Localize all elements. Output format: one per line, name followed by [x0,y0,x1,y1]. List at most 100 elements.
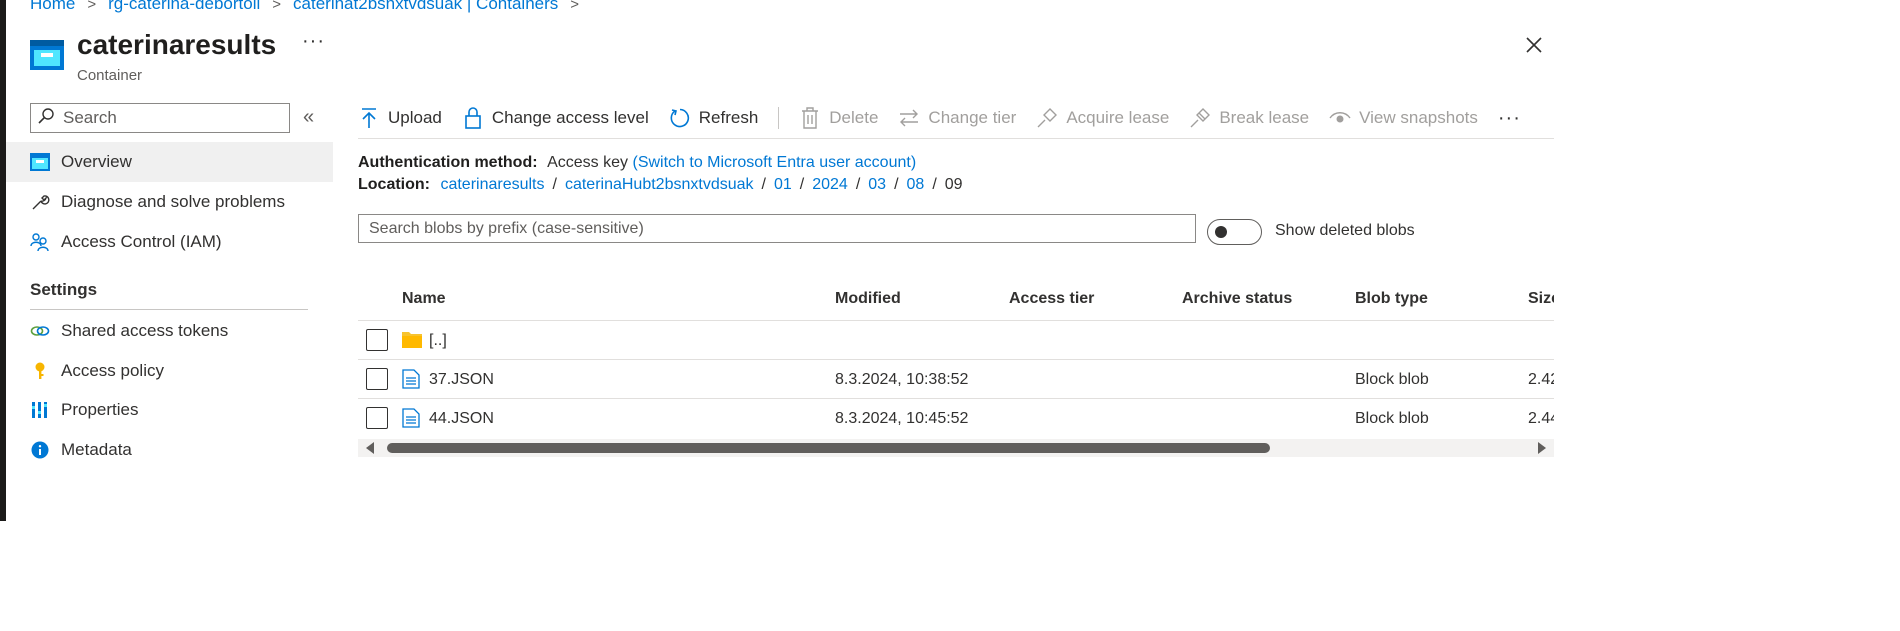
path-separator: / [855,176,861,193]
column-header-access-tier[interactable]: Access tier [1009,290,1094,308]
chevron-right-icon: > [570,0,580,13]
chevron-right-icon: > [87,0,97,13]
row-name[interactable]: 37.JSON [429,371,494,389]
change-tier-button[interactable]: Change tier [898,107,1016,129]
break-lease-button[interactable]: Break lease [1189,107,1309,129]
view-snapshots-label: View snapshots [1359,108,1478,127]
location-segment[interactable]: caterinaHubt2bsnxtvdsuak [565,176,754,193]
switch-auth-link[interactable]: (Switch to Microsoft Entra user account) [632,154,916,171]
sidebar-item-properties[interactable]: Properties [6,390,333,430]
delete-button[interactable]: Delete [799,107,878,129]
divider [30,309,308,310]
delete-label: Delete [829,108,879,127]
column-header-modified[interactable]: Modified [835,290,901,308]
key-icon [30,361,50,381]
sidebar-item-access-control[interactable]: Access Control (IAM) [6,222,333,262]
people-icon [30,232,50,252]
acquire-lease-button[interactable]: Acquire lease [1036,107,1169,129]
breadcrumb: Home > rg-caterina-debortoli > caterinat… [30,0,591,14]
link-icon [30,321,50,341]
location-segment[interactable]: caterinaresults [440,176,544,193]
file-icon [402,369,422,389]
container-icon [30,152,50,172]
change-access-level-button[interactable]: Change access level [462,107,649,129]
sidebar-item-shared-access-tokens[interactable]: Shared access tokens [6,311,333,351]
location-segment[interactable]: 08 [907,176,925,193]
row-blob-type: Block blob [1355,410,1429,427]
break-lease-label: Break lease [1219,108,1310,127]
location-segment[interactable]: 03 [868,176,886,193]
breadcrumb-home[interactable]: Home [30,0,75,14]
column-header-blob-type[interactable]: Blob type [1355,290,1428,308]
sidebar-item-label: Access policy [61,361,164,380]
column-header-size[interactable]: Size [1528,290,1554,308]
scroll-left-arrow-icon[interactable] [366,442,374,454]
collapse-sidebar-icon[interactable]: « [303,106,314,129]
sidebar-item-diagnose[interactable]: Diagnose and solve problems [6,182,333,222]
divider [358,138,1554,139]
row-name[interactable]: 44.JSON [429,410,494,428]
sidebar-search-input[interactable] [63,108,263,128]
file-icon [402,408,422,428]
sidebar-item-label: Metadata [61,440,132,459]
blob-table: Name Modified Access tier Archive status… [358,280,1554,440]
page-subtitle: Container [77,67,143,84]
row-name[interactable]: [..] [429,332,447,350]
search-icon [37,107,55,130]
wrench-icon [30,192,50,212]
eye-icon [1329,107,1351,129]
sidebar-item-metadata[interactable]: Metadata [6,430,333,470]
sidebar-item-label: Properties [61,400,139,419]
scrollbar-thumb[interactable] [387,443,1270,453]
sidebar-item-label: Diagnose and solve problems [61,192,285,211]
location-segment[interactable]: 01 [774,176,792,193]
row-checkbox[interactable] [366,368,388,390]
refresh-button[interactable]: Refresh [669,107,759,129]
sidebar-item-access-policy[interactable]: Access policy [6,351,333,391]
scroll-right-arrow-icon[interactable] [1538,442,1546,454]
link-icon [1036,107,1058,129]
breadcrumb-containers[interactable]: caterinat2bsnxtvdsuak | Containers [293,0,558,14]
row-checkbox[interactable] [366,407,388,429]
column-header-name[interactable]: Name [402,290,446,308]
blob-search-input[interactable] [358,214,1196,243]
acquire-lease-label: Acquire lease [1066,108,1170,127]
page-title: caterinaresults [77,29,277,60]
table-row[interactable]: 44.JSON 8.3.2024, 10:45:52 Block blob 2.… [358,398,1554,438]
sidebar-search[interactable] [30,103,290,133]
breadcrumb-resource-group[interactable]: rg-caterina-debortoli [108,0,260,14]
container-icon [30,40,64,70]
sidebar-item-label: Shared access tokens [61,321,229,340]
table-row[interactable]: [..] [358,320,1554,360]
auth-value: Access key [547,154,629,171]
upload-icon [358,107,380,129]
auth-label: Authentication method: [358,154,538,171]
swap-arrows-icon [898,107,920,129]
row-size: 2.42 [1528,371,1554,388]
chevron-right-icon: > [272,0,282,13]
location-label: Location: [358,176,430,193]
refresh-label: Refresh [698,108,759,127]
more-options-icon[interactable]: ··· [302,30,325,53]
view-snapshots-button[interactable]: View snapshots [1329,107,1478,129]
trash-icon [799,107,821,129]
row-checkbox[interactable] [366,329,388,351]
path-separator: / [932,176,937,193]
row-modified: 8.3.2024, 10:45:52 [835,410,969,427]
row-blob-type: Block blob [1355,371,1429,388]
location-segment[interactable]: 2024 [812,176,848,193]
more-commands-icon[interactable]: ··· [1498,107,1521,130]
show-deleted-toggle[interactable] [1207,219,1262,245]
column-header-archive-status[interactable]: Archive status [1182,290,1292,308]
upload-label: Upload [388,108,442,127]
sidebar-item-overview[interactable]: Overview [6,142,333,182]
sidebar-item-label: Access Control (IAM) [61,232,222,251]
show-deleted-label: Show deleted blobs [1275,222,1415,239]
path-separator: / [799,176,805,193]
location-current: 09 [944,176,963,193]
close-icon[interactable] [1522,33,1546,57]
upload-button[interactable]: Upload [358,107,442,129]
table-row[interactable]: 37.JSON 8.3.2024, 10:38:52 Block blob 2.… [358,359,1554,399]
horizontal-scrollbar[interactable] [358,439,1554,457]
change-access-level-label: Change access level [491,108,649,127]
